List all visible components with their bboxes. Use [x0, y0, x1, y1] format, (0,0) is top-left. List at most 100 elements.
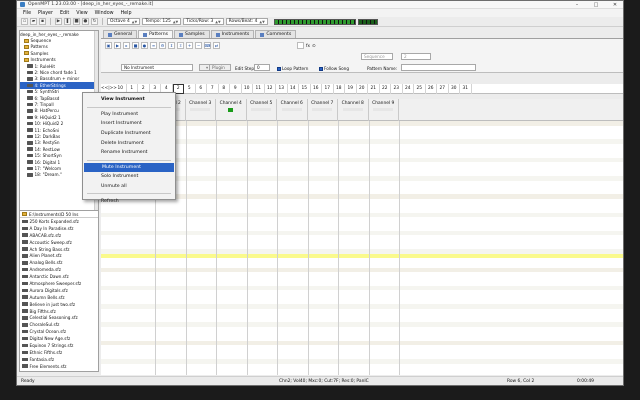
- context-menu-item[interactable]: View Instrument: [83, 95, 175, 105]
- tab-comments[interactable]: Comments: [255, 30, 297, 38]
- menu-help[interactable]: Help: [121, 11, 132, 16]
- order-item[interactable]: 30: [449, 83, 460, 94]
- order-item[interactable]: 12: [265, 83, 276, 94]
- order-item[interactable]: 19: [345, 83, 357, 94]
- order-item[interactable]: 22: [380, 83, 391, 94]
- menu-view[interactable]: View: [76, 11, 87, 16]
- file-item[interactable]: Free Elements.sfz: [20, 363, 98, 370]
- overflow-paste-icon[interactable]: ⇄: [213, 42, 220, 49]
- order-item[interactable]: 10: [242, 83, 253, 94]
- record-icon[interactable]: ●: [82, 18, 89, 25]
- order-item[interactable]: 6: [196, 83, 207, 94]
- rows-beat-spinner[interactable]: Rows/Beat: 4 ▲▼: [225, 18, 268, 25]
- ticks-row-spinner[interactable]: Ticks/Row: 3 ▲▼: [183, 18, 224, 25]
- edit-step-field[interactable]: 0: [254, 64, 270, 71]
- open-folder-icon[interactable]: ▰: [30, 18, 37, 25]
- tempo-spinner[interactable]: Tempo: 125 ▲▼: [142, 18, 182, 25]
- split-keyboard-icon[interactable]: ⌨: [204, 42, 211, 49]
- loop-pattern-checkbox[interactable]: Loop Pattern: [277, 66, 308, 71]
- order-item[interactable]: 24: [403, 83, 414, 94]
- browser-path[interactable]: E:\Instruments\D 50 Ins: [20, 211, 98, 218]
- pattern-props-icon[interactable]: ⚙: [159, 42, 166, 49]
- channel-header-item[interactable]: Channel 3: [186, 99, 216, 121]
- plugin-button[interactable]: Plugin: [209, 64, 231, 71]
- file-browser[interactable]: 250 Korts Expanded.sfz A Day In Paradise.…: [20, 218, 98, 370]
- close-button[interactable]: ✕: [607, 2, 623, 8]
- file-item[interactable]: Atmosphere Sweeper.sfz: [20, 280, 98, 287]
- menu-player[interactable]: Player: [38, 11, 53, 16]
- channel-header-item[interactable]: Channel 8: [338, 99, 369, 121]
- play-icon[interactable]: ▶: [55, 18, 62, 25]
- order-item[interactable]: 26: [426, 83, 437, 94]
- sequence-select[interactable]: Sequence: [361, 53, 393, 60]
- file-item[interactable]: ABACAB.sfz.sfz: [20, 232, 98, 239]
- file-item[interactable]: ChoraleSul.sfz: [20, 321, 98, 328]
- order-item[interactable]: 14: [288, 83, 299, 94]
- follow-song-checkbox[interactable]: Follow Song: [319, 66, 349, 71]
- pattern-number-field[interactable]: 2: [401, 53, 431, 60]
- menu-window[interactable]: Window: [95, 11, 114, 16]
- tab-samples[interactable]: Samples: [174, 30, 210, 38]
- play-pattern-icon[interactable]: ▶: [114, 42, 121, 49]
- order-item[interactable]: 8: [219, 83, 230, 94]
- file-item[interactable]: Alien Planet.sfz: [20, 252, 98, 259]
- context-menu-item[interactable]: Insert Instrument: [83, 119, 175, 129]
- file-item[interactable]: Believe in just two.sfz: [20, 301, 98, 308]
- file-item[interactable]: Analog Bells.sfz: [20, 259, 98, 266]
- context-menu-item[interactable]: Unmute all: [83, 182, 175, 192]
- file-item[interactable]: Andromeda.sfz: [20, 266, 98, 273]
- tab-instruments[interactable]: Instruments: [210, 30, 255, 38]
- file-item[interactable]: Autumn Bells.sfz: [20, 294, 98, 301]
- new-pattern-icon[interactable]: ▣: [105, 42, 112, 49]
- pattern-name-input[interactable]: [401, 64, 476, 71]
- expand-icon[interactable]: ⇕: [168, 42, 175, 49]
- context-menu-item[interactable]: Play Instrument: [83, 110, 175, 120]
- shrink-icon[interactable]: ⇳: [177, 42, 184, 49]
- stop-icon[interactable]: ■: [73, 18, 80, 25]
- order-nav-buttons[interactable]: <<|>>: [101, 86, 117, 91]
- play-row-icon[interactable]: ▸: [123, 42, 130, 49]
- file-item[interactable]: Fantasia.sfz: [20, 356, 98, 363]
- menu-edit[interactable]: Edit: [60, 11, 69, 16]
- tab-patterns[interactable]: Patterns: [138, 30, 174, 38]
- loop-icon[interactable]: ↻: [91, 18, 98, 25]
- channel-header-item[interactable]: Channel 7: [308, 99, 338, 121]
- order-item[interactable]: 31: [460, 83, 472, 94]
- grow-icon[interactable]: +: [186, 42, 193, 49]
- context-menu-item[interactable]: Duplicate Instrument: [83, 129, 175, 139]
- file-item[interactable]: Aurora Digitals.sfz: [20, 287, 98, 294]
- file-item[interactable]: Equinox 7 Strings.sfz: [20, 342, 98, 349]
- file-item[interactable]: Big Fifths.sfz: [20, 308, 98, 315]
- context-menu-item[interactable]: Mute Instrument: [84, 162, 174, 173]
- minimize-button[interactable]: –: [569, 2, 585, 8]
- context-menu-item[interactable]: Solo Instrument: [83, 172, 175, 182]
- file-item[interactable]: Crystal Ocean.sfz: [20, 328, 98, 335]
- order-item[interactable]: 18: [334, 83, 345, 94]
- context-menu-item[interactable]: Rename Instrument: [83, 148, 175, 158]
- file-item[interactable]: 250 Korts Expanded.sfz: [20, 218, 98, 225]
- save-icon[interactable]: ▪: [39, 18, 46, 25]
- order-item[interactable]: 13: [276, 83, 288, 94]
- maximize-button[interactable]: □: [588, 2, 604, 8]
- pattern-rows[interactable]: [101, 121, 623, 375]
- file-item[interactable]: Ethnic Fifths.sfz: [20, 349, 98, 356]
- order-item[interactable]: 5: [184, 83, 196, 94]
- tab-general[interactable]: General: [103, 30, 138, 38]
- order-item[interactable]: 20: [357, 83, 368, 94]
- channel-header-item[interactable]: Channel 6: [277, 99, 308, 121]
- file-item[interactable]: A Day In Paradise.sfz: [20, 225, 98, 232]
- stop-pattern-icon[interactable]: ■: [132, 42, 139, 49]
- instrument-select[interactable]: No Instrument: [121, 64, 193, 71]
- pause-icon[interactable]: ❚: [64, 18, 71, 25]
- order-item[interactable]: 21: [368, 83, 380, 94]
- order-item[interactable]: 16: [311, 83, 322, 94]
- menu-file[interactable]: File: [23, 11, 31, 16]
- pattern-grid[interactable]: Channel 2Channel 3Channel 4Channel 5Chan…: [101, 99, 623, 375]
- order-item[interactable]: 11: [253, 83, 265, 94]
- order-item[interactable]: 15: [299, 83, 311, 94]
- order-item[interactable]: 17: [322, 83, 334, 94]
- pattern-row[interactable]: [101, 373, 623, 375]
- context-menu-item[interactable]: Refresh: [83, 196, 175, 206]
- nav-icon[interactable]: ⊙: [312, 43, 316, 48]
- file-item[interactable]: Digital New Age.sfz: [20, 335, 98, 342]
